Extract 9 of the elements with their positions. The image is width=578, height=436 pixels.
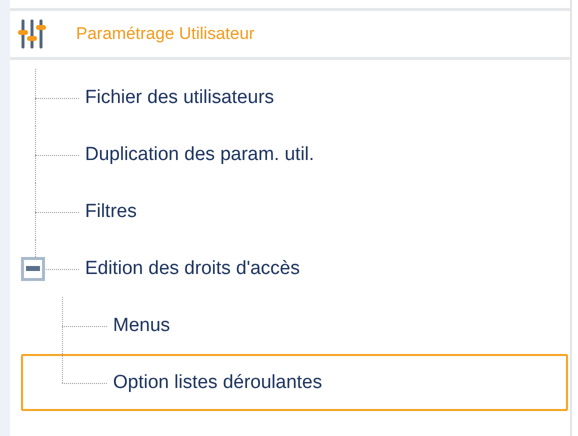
tree-item[interactable]: Fichier des utilisateurs xyxy=(21,69,568,126)
tree-item[interactable]: Option listes déroulantes xyxy=(21,354,568,411)
tree-item[interactable]: Duplication des param. util. xyxy=(21,126,568,183)
tree-item[interactable]: Menus xyxy=(21,297,568,354)
collapse-button[interactable] xyxy=(21,256,45,280)
tree-item[interactable]: Edition des droits d'accès xyxy=(21,240,568,297)
section-title: Paramétrage Utilisateur xyxy=(76,24,255,44)
tree-item[interactable]: Filtres xyxy=(21,183,568,240)
sliders-icon xyxy=(18,19,46,49)
